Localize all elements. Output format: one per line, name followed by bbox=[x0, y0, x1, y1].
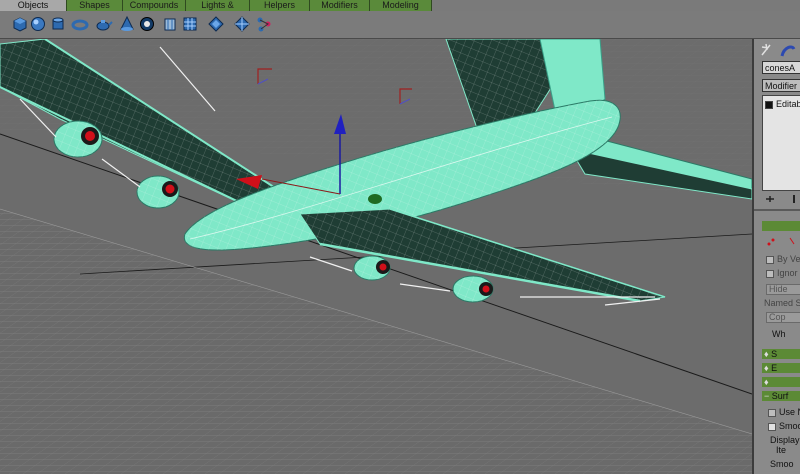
tab-helpers[interactable]: Helpers bbox=[250, 0, 310, 11]
object-name-field[interactable]: conesA bbox=[762, 61, 800, 74]
plane-icon[interactable] bbox=[180, 14, 200, 34]
option-ignore-backfacing[interactable]: Ignor bbox=[766, 268, 798, 278]
engine-nacelle-4[interactable] bbox=[452, 275, 494, 303]
modifier-stack[interactable]: Editabl bbox=[762, 95, 800, 191]
tab-shapes[interactable]: Shapes bbox=[67, 0, 123, 11]
rollout-surface[interactable]: − Surf bbox=[762, 391, 800, 401]
rollout-soft-selection[interactable]: ♦ S bbox=[762, 349, 800, 359]
copy-button[interactable]: Cop bbox=[766, 312, 800, 323]
option-smooth-result[interactable]: Smoo bbox=[768, 421, 800, 431]
stack-item-editable[interactable]: Editabl bbox=[765, 99, 800, 109]
tab-objects[interactable]: Objects bbox=[0, 0, 67, 11]
sphere-icon[interactable] bbox=[28, 14, 48, 34]
stack-item-toggle[interactable] bbox=[765, 100, 773, 109]
panel-toolbar bbox=[758, 41, 800, 59]
modifier-list-dropdown[interactable]: Modifier Lis bbox=[762, 79, 800, 92]
engine-nacelle-1[interactable] bbox=[53, 120, 103, 158]
teapot-icon[interactable] bbox=[93, 14, 113, 34]
display-group-label: Display bbox=[770, 435, 800, 445]
torus-icon[interactable] bbox=[70, 14, 90, 34]
option-by-vertex[interactable]: By Ver bbox=[766, 254, 800, 264]
iterations-label: Ite bbox=[776, 445, 787, 455]
viewport-scene bbox=[0, 39, 752, 474]
engine-nacelle-3[interactable] bbox=[353, 255, 391, 281]
tab-modeling[interactable]: Modeling bbox=[370, 0, 432, 11]
geosphere-icon[interactable] bbox=[137, 14, 157, 34]
named-selections-label: Named Se bbox=[764, 298, 800, 308]
pin-stack-icon bbox=[766, 196, 774, 202]
perspective-viewport[interactable] bbox=[0, 39, 752, 474]
tab-compounds[interactable]: Compounds bbox=[123, 0, 186, 11]
hide-button[interactable]: Hide bbox=[766, 284, 800, 295]
scatter-icon[interactable] bbox=[206, 14, 226, 34]
whole-object-label: Wh bbox=[772, 329, 786, 339]
rollout-edit-geometry[interactable]: ♦ E bbox=[762, 363, 800, 373]
option-use-nurms[interactable]: Use N bbox=[768, 407, 800, 417]
cylinder-icon[interactable] bbox=[48, 14, 68, 34]
tab-modifiers[interactable]: Modifiers bbox=[310, 0, 370, 11]
tube-icon[interactable] bbox=[160, 14, 180, 34]
cone-icon[interactable] bbox=[117, 14, 137, 34]
vertex-selection-icon[interactable] bbox=[766, 236, 796, 251]
bone-icon[interactable] bbox=[254, 14, 274, 34]
engine-nacelle-2[interactable] bbox=[136, 175, 180, 209]
smoothness-label: Smoo bbox=[770, 459, 794, 469]
box-icon[interactable] bbox=[10, 14, 30, 34]
connect-icon[interactable] bbox=[232, 14, 252, 34]
modify-panel-icon bbox=[780, 45, 796, 57]
create-toolbar bbox=[0, 11, 800, 39]
rollout-selection[interactable] bbox=[762, 221, 800, 231]
stack-controls bbox=[764, 193, 798, 205]
command-panel: conesA Modifier Lis Editabl By Ver Ignor… bbox=[752, 39, 800, 474]
create-panel-icon bbox=[761, 43, 771, 56]
rollout-collapsed[interactable]: ♦ bbox=[762, 377, 800, 387]
tab-lights-cameras[interactable]: Lights & Cameras bbox=[186, 0, 250, 21]
